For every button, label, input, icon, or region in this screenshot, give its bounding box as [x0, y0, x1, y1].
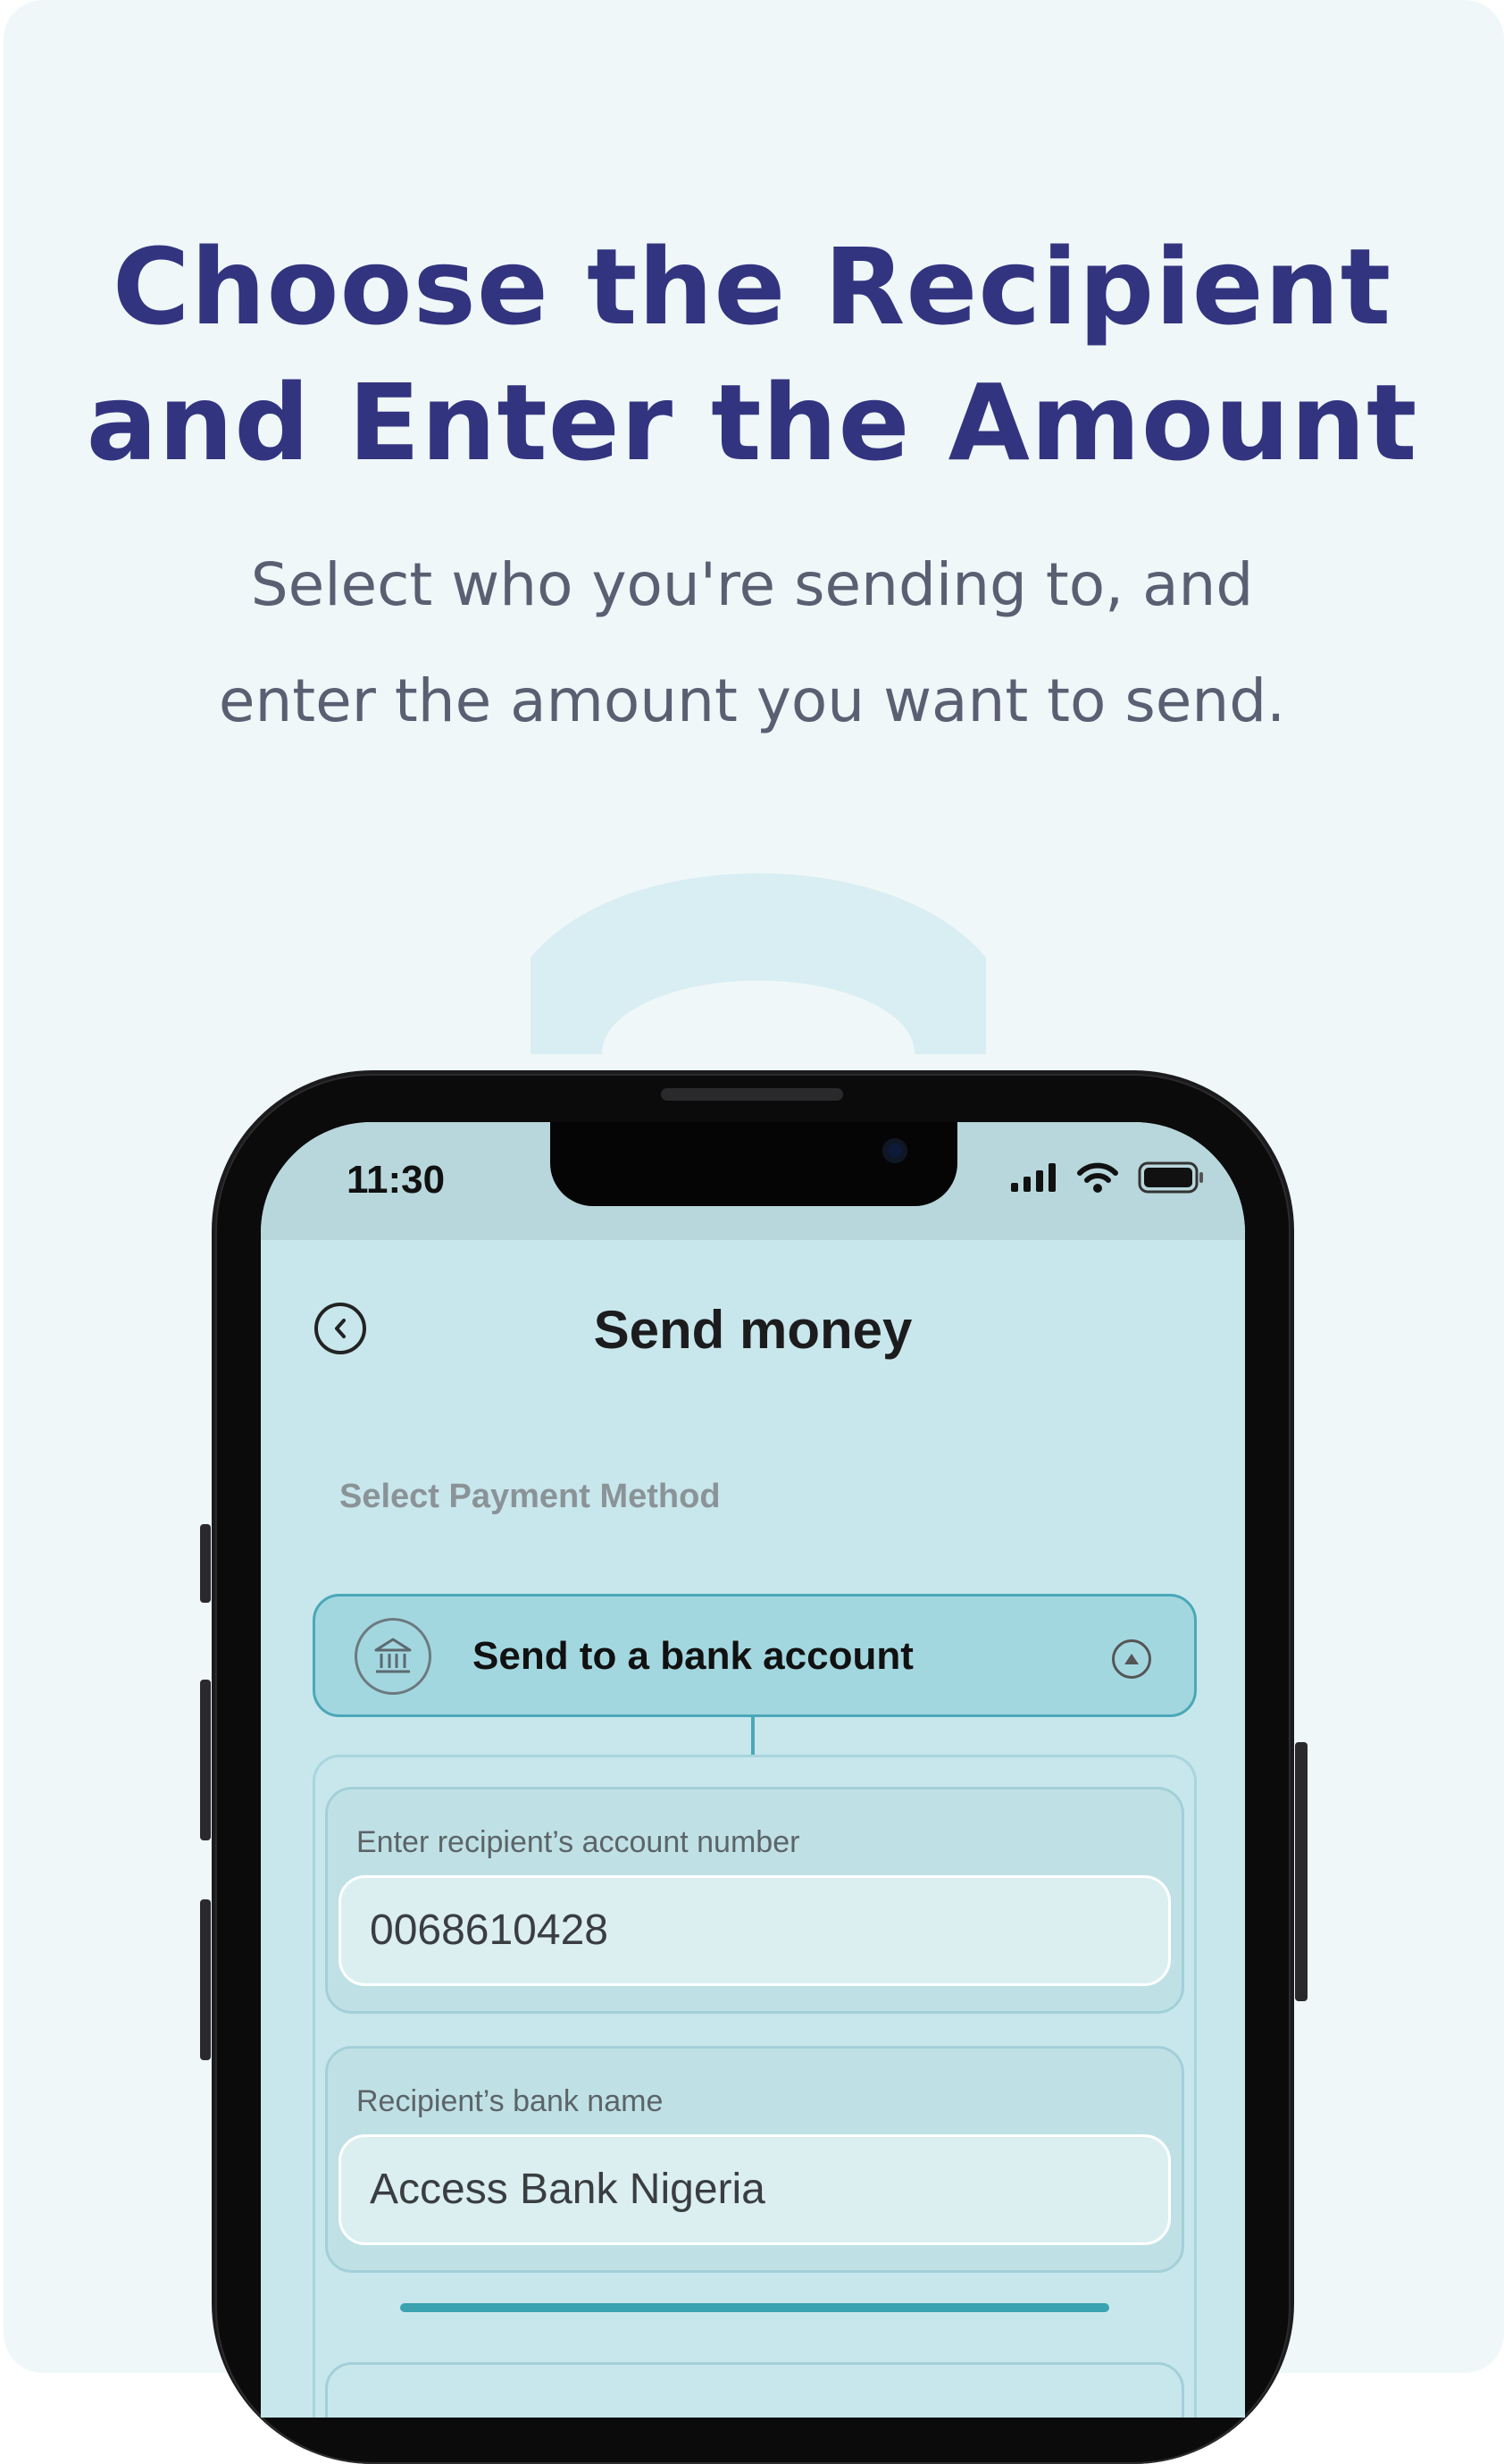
bank-icon: [355, 1618, 431, 1695]
signal-icon: [1011, 1163, 1056, 1192]
step-number-watermark: [531, 849, 986, 1081]
status-time: 11:30: [347, 1158, 446, 1202]
next-field-card: [325, 2362, 1184, 2418]
page-subtitle: Select who you're sending to, and enter …: [0, 527, 1504, 759]
account-number-label: Enter recipient’s account number: [356, 1825, 800, 1859]
bank-name-label: Recipient’s bank name: [356, 2084, 664, 2118]
payment-method-label: Select Payment Method: [339, 1478, 721, 1515]
subtitle-line-2: enter the amount you want to send.: [218, 666, 1286, 735]
mute-switch: [200, 1524, 211, 1603]
phone-screen: 11:30 Send money Select Payment Method S…: [261, 1122, 1245, 2418]
bank-name-card: Recipient’s bank name Access Bank Nigeri…: [325, 2046, 1184, 2273]
headline-line-2: and Enter the Amount: [86, 361, 1418, 484]
collapse-toggle[interactable]: [1112, 1639, 1151, 1679]
payment-method-dropdown[interactable]: Send to a bank account: [313, 1594, 1197, 1717]
progress-divider: [400, 2303, 1109, 2312]
earpiece-speaker: [661, 1088, 843, 1101]
screen-title: Send money: [593, 1300, 913, 1360]
triangle-up-icon: [1124, 1654, 1139, 1664]
camera-notch: [550, 1122, 957, 1206]
account-number-card: Enter recipient’s account number 0068610…: [325, 1787, 1184, 2014]
payment-method-value: Send to a bank account: [472, 1634, 914, 1678]
battery-icon: [1138, 1161, 1203, 1194]
wifi-icon: [1077, 1162, 1118, 1193]
status-bar: 11:30: [261, 1122, 1245, 1240]
front-camera: [882, 1138, 907, 1163]
power-button: [1295, 1742, 1308, 2001]
page-headline: Choose the Recipient and Enter the Amoun…: [0, 219, 1504, 490]
account-number-input[interactable]: 0068610428: [338, 1875, 1171, 1986]
subtitle-line-1: Select who you're sending to, and: [250, 550, 1254, 619]
headline-line-1: Choose the Recipient: [112, 225, 1392, 348]
status-icons: [1011, 1161, 1204, 1194]
connector-line: [751, 1717, 755, 1756]
volume-down-button: [200, 1899, 211, 2060]
volume-up-button: [200, 1680, 211, 1840]
bank-name-input[interactable]: Access Bank Nigeria: [338, 2134, 1171, 2245]
